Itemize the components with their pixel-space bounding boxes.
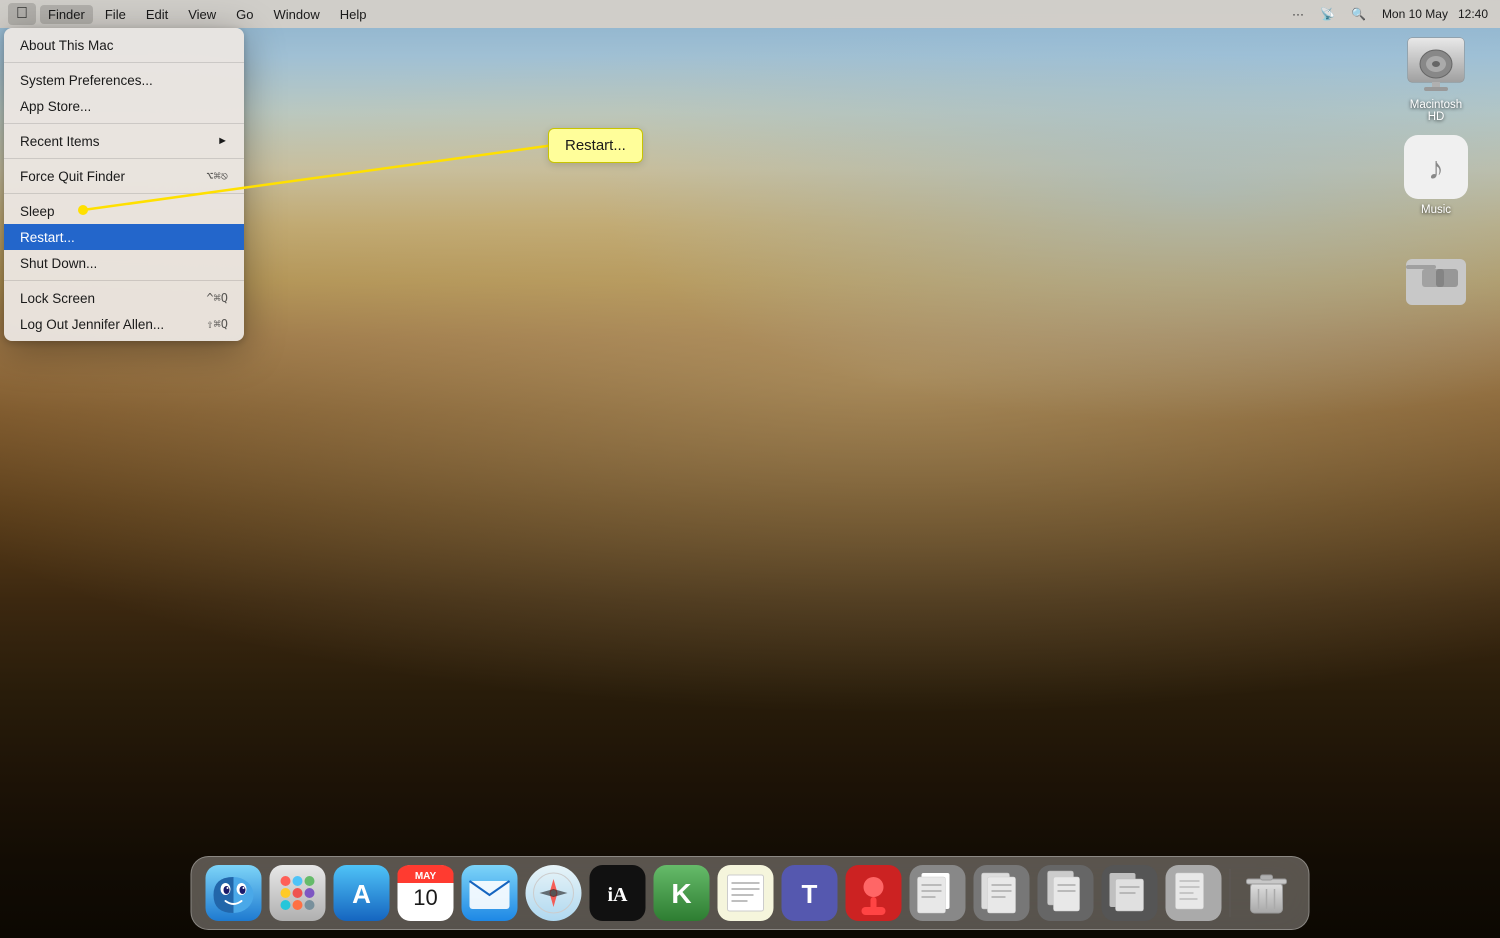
menu-shut-down[interactable]: Shut Down... [4,250,244,276]
force-quit-shortcut: ⌥⌘⎋ [206,169,228,183]
restart-tooltip: Restart... [548,128,643,163]
dock-doc2[interactable] [972,863,1032,923]
menu-log-out[interactable]: Log Out Jennifer Allen... ⇧⌘Q [4,311,244,337]
dock-doc4[interactable] [1100,863,1160,923]
dock-ia-writer[interactable]: iA [588,863,648,923]
dock-keepassxc[interactable]: K [652,863,712,923]
menu-about-this-mac[interactable]: About This Mac [4,32,244,58]
menubar-airdrop[interactable]: 📡 [1316,5,1339,23]
svg-text:MAY: MAY [415,871,437,882]
desktop-icon-music[interactable]: ♪ Music [1396,135,1476,217]
dock-doc3[interactable] [1036,863,1096,923]
dock-doc1[interactable] [908,863,968,923]
menubar-spotlight[interactable]: 🔍 [1347,5,1370,23]
menubar-datetime: Mon 10 May 12:40 [1378,5,1492,23]
menu-sep-1 [4,62,244,63]
macintosh-hd-label: Macintosh HD [1396,98,1476,124]
desktop-icon-folder[interactable] [1396,245,1476,315]
menu-recent-items[interactable]: Recent Items ► [4,128,244,154]
dock: A MAY 10 [191,856,1310,930]
menubar-window[interactable]: Window [266,5,328,24]
folder-label [1432,313,1440,315]
menubar-file[interactable]: File [97,5,134,24]
log-out-shortcut: ⇧⌘Q [206,317,228,331]
apple-menu-button[interactable]:  [8,3,36,25]
menubar-go[interactable]: Go [228,5,261,24]
dock-finder[interactable] [204,863,264,923]
dock-trash[interactable] [1237,863,1297,923]
menubar-dots[interactable]: ··· [1288,5,1308,23]
menu-app-store[interactable]: App Store... [4,93,244,119]
music-label: Music [1417,203,1455,217]
dock-safari[interactable] [524,863,584,923]
lock-screen-shortcut: ^⌘Q [206,291,228,305]
menu-force-quit[interactable]: Force Quit Finder ⌥⌘⎋ [4,163,244,189]
dock-textedit[interactable] [716,863,776,923]
dock-teams[interactable]: T [780,863,840,923]
menu-system-preferences[interactable]: System Preferences... [4,67,244,93]
apple-dropdown-menu: About This Mac System Preferences... App… [4,28,244,341]
menu-sep-2 [4,123,244,124]
svg-text:A: A [352,879,371,909]
menu-restart[interactable]: Restart... [4,224,244,250]
macintosh-hd-icon [1404,30,1468,94]
dock-launchpad[interactable] [268,863,328,923]
music-app-icon: ♪ [1404,135,1468,199]
menubar-finder[interactable]: Finder [40,5,93,24]
folder-icon [1404,245,1468,309]
dock-doc5[interactable] [1164,863,1224,923]
menu-sep-3 [4,158,244,159]
svg-text:K: K [671,878,691,909]
menubar-view[interactable]: View [180,5,224,24]
menu-sleep[interactable]: Sleep [4,198,244,224]
dock-separator [1230,869,1231,917]
dock-mail[interactable] [460,863,520,923]
menu-lock-screen[interactable]: Lock Screen ^⌘Q [4,285,244,311]
dock-calendar[interactable]: MAY 10 [396,863,456,923]
dock-joystick[interactable] [844,863,904,923]
desktop-icon-macintosh-hd[interactable]: Macintosh HD [1396,30,1476,124]
menubar:  Finder File Edit View Go Window Help ·… [0,0,1500,28]
svg-text:♪: ♪ [1428,150,1444,186]
recent-items-arrow: ► [217,135,228,147]
svg-text:iA: iA [608,884,629,906]
menu-sep-5 [4,280,244,281]
menubar-help[interactable]: Help [332,5,375,24]
menubar-edit[interactable]: Edit [138,5,176,24]
svg-text:10: 10 [413,885,437,910]
dock-app-store[interactable]: A [332,863,392,923]
menu-sep-4 [4,193,244,194]
svg-text:T: T [802,879,818,909]
